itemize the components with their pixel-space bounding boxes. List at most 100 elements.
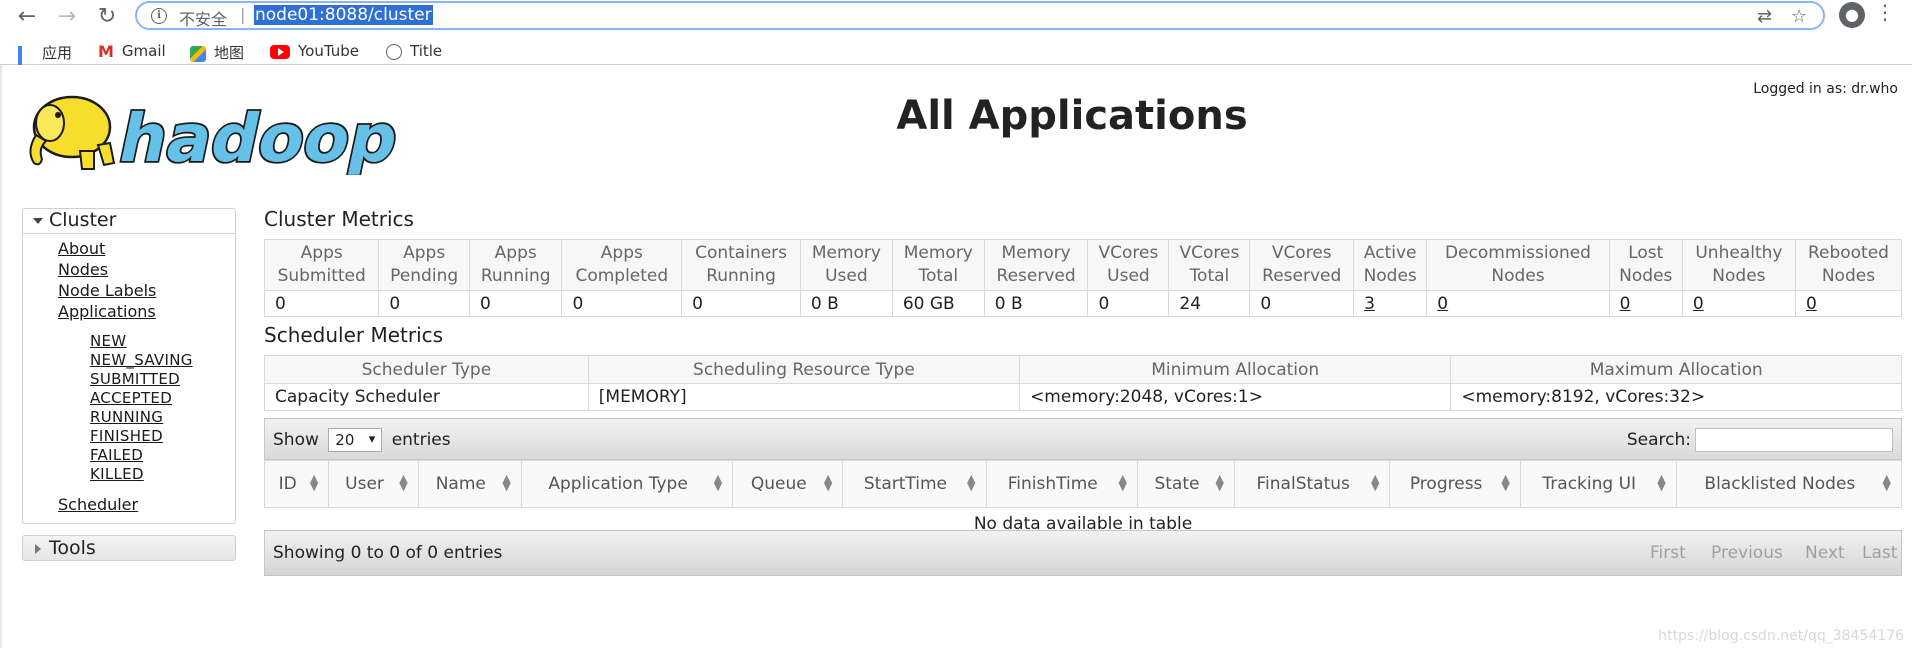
metric-header-line: Nodes <box>1712 266 1766 286</box>
scheduler-header: Scheduling Resource Type <box>587 355 1021 384</box>
metric-header: Unhealthy Nodes <box>1681 239 1796 291</box>
bookmark-maps[interactable]: 地图 <box>190 42 244 63</box>
sort-icon[interactable]: ▲ ▼ <box>967 473 975 492</box>
column-header[interactable]: ID ▲ ▼ <box>263 460 330 508</box>
column-header[interactable]: FinalStatus ▲ ▼ <box>1233 460 1391 508</box>
applications-table: ID ▲ ▼ User ▲ ▼ Name ▲ ▼ Application Type ▲ ▼ Queue ▲… <box>263 460 1903 540</box>
apps-icon <box>18 45 34 82</box>
sort-icon[interactable]: ▲ ▼ <box>502 473 510 492</box>
metric-value-text: 24 <box>1179 293 1202 314</box>
sort-icon[interactable]: ▲ ▼ <box>1215 473 1223 492</box>
forward-icon[interactable]: → <box>52 2 82 32</box>
search-input[interactable] <box>1695 428 1893 452</box>
app-state-failed[interactable]: FAILED <box>90 446 143 464</box>
bookmark-gmail[interactable]: M Gmail <box>98 42 166 61</box>
sort-icon[interactable]: ▲ ▼ <box>1371 473 1379 492</box>
sidebar-cluster: Cluster About Nodes Node Labels Applicat… <box>22 208 236 524</box>
translate-icon[interactable]: ⇄ <box>1757 6 1772 27</box>
metric-header: VCores Total <box>1168 239 1251 291</box>
column-header[interactable]: User ▲ ▼ <box>328 460 419 508</box>
metric-header: Memory Used <box>799 239 893 291</box>
metric-value-text: 0 <box>479 293 491 314</box>
metric-value-link[interactable]: 0 <box>1693 294 1704 314</box>
column-header-label: Tracking UI <box>1542 474 1637 494</box>
pager-next-button[interactable]: Next <box>1805 543 1845 563</box>
pager-previous-button[interactable]: Previous <box>1711 543 1783 563</box>
column-header[interactable]: FinishTime ▲ ▼ <box>985 460 1138 508</box>
column-header-label: Application Type <box>548 474 688 494</box>
sidebar-link-about[interactable]: About <box>58 239 105 258</box>
bookmark-youtube[interactable]: YouTube <box>270 42 359 60</box>
metric-value-link[interactable]: 0 <box>1620 294 1631 314</box>
metric-header-line: Unhealthy <box>1695 243 1783 263</box>
sidebar-link-node-labels[interactable]: Node Labels <box>58 281 156 300</box>
metric-value-text: 60 GB <box>902 293 955 314</box>
app-state-finished[interactable]: FINISHED <box>90 427 163 445</box>
metric-value-text: 0 <box>1098 293 1110 314</box>
page-title: All Applications <box>896 93 1248 139</box>
metric-value-link[interactable]: 0 <box>1806 294 1817 314</box>
sort-icon[interactable]: ▲ ▼ <box>310 473 318 492</box>
star-icon[interactable]: ☆ <box>1791 6 1807 27</box>
column-header[interactable]: Tracking UI ▲ ▼ <box>1519 460 1677 508</box>
cluster-header[interactable]: Cluster <box>23 209 235 234</box>
pager-first-button[interactable]: First <box>1650 543 1686 563</box>
sort-icon[interactable]: ▲ ▼ <box>824 473 832 492</box>
app-state-new-saving[interactable]: NEW_SAVING <box>90 351 193 369</box>
bookmark-title[interactable]: Title <box>386 42 442 60</box>
metric-value: 60 GB <box>891 290 985 317</box>
metric-value-link[interactable]: 3 <box>1364 294 1375 314</box>
column-header[interactable]: Queue ▲ ▼ <box>732 460 844 508</box>
address-bar[interactable]: i 不安全 | node01:8088/cluster ⇄ ☆ <box>135 1 1825 30</box>
page-size-select[interactable]: 20 <box>328 428 383 452</box>
back-icon[interactable]: ← <box>12 2 42 32</box>
metric-value-link[interactable]: 0 <box>1437 294 1448 314</box>
scheduler-header: Maximum Allocation <box>1450 355 1902 384</box>
metric-header: Active Nodes <box>1353 239 1428 291</box>
metric-header-line: Memory <box>903 243 973 263</box>
url-text[interactable]: node01:8088/cluster <box>254 5 433 25</box>
sort-icon[interactable]: ▲ ▼ <box>1501 473 1509 492</box>
sort-icon[interactable]: ▲ ▼ <box>1883 473 1891 492</box>
metric-value-text: 0 B <box>994 293 1023 314</box>
metric-header-line: Reserved <box>1262 266 1342 286</box>
metric-value: 0 <box>681 290 801 317</box>
metric-header-line: Memory <box>811 243 881 263</box>
sort-icon[interactable]: ▲ ▼ <box>1657 473 1665 492</box>
app-state-submitted[interactable]: SUBMITTED <box>90 370 180 388</box>
sidebar-link-scheduler[interactable]: Scheduler <box>58 495 138 514</box>
metric-header-line: Apps <box>494 243 537 263</box>
metric-value: 24 <box>1168 290 1251 317</box>
column-header[interactable]: Application Type ▲ ▼ <box>520 460 734 508</box>
reload-icon[interactable]: ↻ <box>92 2 122 32</box>
column-header[interactable]: Blacklisted Nodes ▲ ▼ <box>1675 460 1903 508</box>
column-header[interactable]: Progress ▲ ▼ <box>1389 460 1521 508</box>
pager-last-button[interactable]: Last <box>1862 543 1897 563</box>
bookmark-apps[interactable]: 应用 <box>18 42 72 82</box>
metric-header-line: Pending <box>390 266 459 286</box>
sort-icon[interactable]: ▲ ▼ <box>399 473 407 492</box>
metric-value-text: 0 <box>275 293 286 314</box>
metric-header-line: Apps <box>300 243 343 263</box>
sort-icon[interactable]: ▲ ▼ <box>714 473 722 492</box>
account-icon[interactable]: ● <box>1839 2 1865 28</box>
sidebar-tools[interactable]: Tools <box>22 535 236 561</box>
app-state-killed[interactable]: KILLED <box>90 465 144 483</box>
url-separator: | <box>240 5 246 24</box>
gmail-icon: M <box>98 42 114 61</box>
sort-icon[interactable]: ▲ ▼ <box>1119 473 1127 492</box>
metric-header: VCores Used <box>1087 239 1170 291</box>
app-state-new[interactable]: NEW <box>90 332 126 350</box>
column-header-label: Progress <box>1409 474 1483 494</box>
app-state-accepted[interactable]: ACCEPTED <box>90 389 172 407</box>
column-header[interactable]: StartTime ▲ ▼ <box>842 460 987 508</box>
app-state-running[interactable]: RUNNING <box>90 408 163 426</box>
show-label: Show <box>273 430 319 450</box>
info-icon[interactable]: i <box>151 8 167 24</box>
column-header[interactable]: Name ▲ ▼ <box>417 460 522 508</box>
menu-icon[interactable]: ⋮ <box>1872 0 1898 24</box>
bookmark-label: 地图 <box>214 44 245 62</box>
column-header[interactable]: State ▲ ▼ <box>1136 460 1235 508</box>
sidebar-link-nodes[interactable]: Nodes <box>58 260 108 279</box>
sidebar-link-applications[interactable]: Applications <box>58 302 156 321</box>
